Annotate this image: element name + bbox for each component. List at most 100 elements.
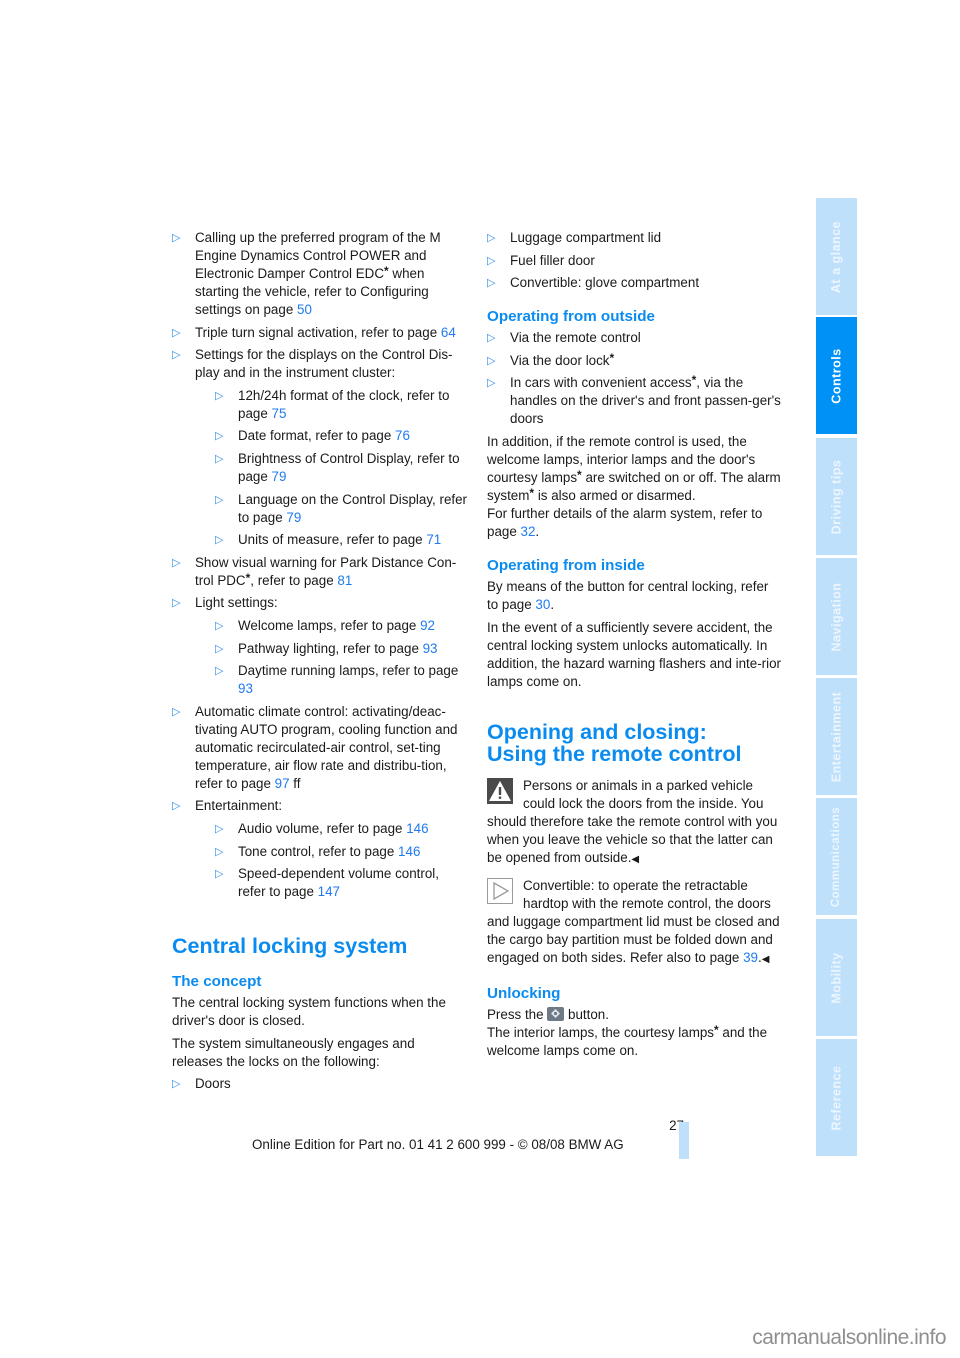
bullet-arrow-icon: ▷: [487, 254, 496, 267]
page-link[interactable]: 79: [286, 510, 301, 525]
page-link[interactable]: 32: [521, 524, 536, 539]
bullet-arrow-icon: ▷: [487, 377, 496, 390]
left-column: ▷ Calling up the preferred program of th…: [172, 229, 468, 1098]
bullet-arrow-icon: ▷: [487, 332, 496, 345]
footer-edition-text: Online Edition for Part no. 01 41 2 600 …: [252, 1137, 624, 1152]
bullet-arrow-icon: ▷: [215, 389, 224, 402]
list-item: ▷ Settings for the displays on the Contr…: [172, 347, 468, 549]
page-marker-bar: [679, 1122, 689, 1159]
bullet-arrow-icon: ▷: [215, 534, 224, 547]
remote-unlock-button-icon: [547, 1006, 565, 1021]
page-link[interactable]: 71: [426, 532, 441, 547]
heading-the-concept: The concept: [172, 973, 262, 991]
heading-unlocking: Unlocking: [487, 984, 561, 1002]
sub-list-item: ▷ Speed-dependent volume control, refer t…: [215, 866, 439, 900]
sub-list: ▷ 12h/24h format of the clock, refer to p…: [215, 387, 468, 549]
outside-paragraph-2: For further details of the alarm system,…: [487, 505, 763, 539]
list-item: ▷ Via the remote control: [487, 330, 641, 346]
list-item: ▷ Entertainment: ▷ Audio volume, refer to…: [172, 797, 468, 901]
list-item: ▷ Via the door lock*: [487, 350, 615, 368]
inside-paragraph-1: By means of the button for central locki…: [487, 578, 769, 612]
bullet-arrow-icon: ▷: [172, 705, 181, 718]
sub-list-item: ▷ Tone control, refer to page 146: [215, 843, 421, 859]
page-link[interactable]: 50: [297, 302, 312, 317]
page-link[interactable]: 97: [275, 776, 290, 791]
bullet-arrow-icon: ▷: [172, 556, 181, 569]
end-mark-icon: ◀: [631, 853, 640, 865]
optional-equipment-star: *: [691, 373, 697, 388]
bullet-arrow-icon: ▷: [215, 619, 224, 632]
list-item: ▷ Fuel filler door: [487, 252, 595, 268]
tab-mobility[interactable]: Mobility: [816, 919, 857, 1036]
optional-equipment-star: *: [245, 570, 251, 585]
page-link[interactable]: 39: [743, 950, 758, 965]
bullet-arrow-icon: ▷: [215, 845, 224, 858]
bullet-arrow-icon: ▷: [172, 1078, 181, 1091]
tab-navigation[interactable]: Navigation: [816, 558, 857, 675]
page-link[interactable]: 93: [238, 681, 253, 696]
bullet-arrow-icon: ▷: [215, 665, 224, 678]
page-link[interactable]: 146: [398, 844, 420, 859]
sub-list-item: ▷ Audio volume, refer to page 146: [215, 820, 429, 836]
bullet-arrow-icon: ▷: [172, 349, 181, 362]
list-item: ▷ Luggage compartment lid: [487, 230, 662, 245]
tab-controls[interactable]: Controls: [816, 317, 857, 434]
bullet-arrow-icon: ▷: [215, 493, 224, 506]
page-link[interactable]: 147: [318, 884, 340, 899]
bullet-arrow-icon: ▷: [487, 354, 496, 367]
list-item: ▷ Doors: [172, 1076, 231, 1092]
optional-equipment-star: *: [714, 1022, 719, 1037]
bullet-arrow-icon: ▷: [215, 822, 224, 835]
page-link[interactable]: 146: [406, 821, 428, 836]
tab-driving-tips[interactable]: Driving tips: [816, 438, 857, 555]
note-arrow-icon: [487, 877, 513, 904]
section-title-central-locking: Central locking system: [172, 934, 408, 959]
sub-list-item: ▷ Welcome lamps, refer to page 92: [215, 617, 436, 633]
bullet-arrow-icon: ▷: [215, 642, 224, 655]
sub-list-item: ▷ Daytime running lamps, refer to page 93: [215, 663, 459, 697]
bullet-arrow-icon: ▷: [172, 800, 181, 813]
right-column: ▷ Luggage compartment lid ▷ Fuel filler do…: [487, 229, 782, 1064]
optional-equipment-star: *: [384, 264, 389, 278]
bullet-arrow-icon: ▷: [215, 868, 224, 881]
page-link[interactable]: 79: [272, 469, 287, 484]
bullet-arrow-icon: ▷: [487, 277, 496, 290]
optional-equipment-star: *: [577, 467, 582, 482]
tab-at-a-glance[interactable]: At a glance: [816, 198, 857, 315]
page-link[interactable]: 30: [535, 597, 550, 612]
tab-entertainment[interactable]: Entertainment: [816, 678, 857, 795]
unlocking-paragraph: Press the button. The interior lamps, th…: [487, 1006, 768, 1058]
list-item: ▷ Show visual warning for Park Distance …: [172, 554, 457, 588]
end-mark-icon: ◀: [761, 953, 770, 965]
optional-equipment-star: *: [529, 485, 535, 500]
page-link[interactable]: 76: [395, 428, 410, 443]
list-item: ▷ In cars with convenient access*, via th…: [487, 373, 781, 427]
bullet-arrow-icon: ▷: [172, 326, 181, 339]
page-link[interactable]: 93: [423, 641, 438, 656]
optional-equipment-star: *: [609, 350, 615, 365]
heading-operating-from-outside: Operating from outside: [487, 308, 655, 326]
page-link[interactable]: 81: [337, 573, 352, 588]
list-item: ▷ Convertible: glove compartment: [487, 275, 700, 291]
section-title-opening-closing: Opening and closing: Using the remote co…: [487, 719, 742, 766]
watermark: carmanualsonline.info: [752, 1326, 946, 1349]
info-note: Convertible: to operate the retractable …: [487, 877, 780, 965]
bullet-arrow-icon: ▷: [172, 597, 181, 610]
heading-operating-from-inside: Operating from inside: [487, 556, 645, 574]
concept-paragraph-1: The central locking system functions whe…: [172, 995, 446, 1029]
list-item: ▷ Calling up the preferred program of th…: [172, 230, 441, 317]
sub-list-item: ▷ Language on the Control Display, refer …: [215, 491, 468, 525]
inside-paragraph-2: In the event of a sufficiently severe ac…: [487, 619, 782, 689]
tab-communications[interactable]: Communications: [816, 798, 857, 915]
page-link[interactable]: 92: [420, 618, 435, 633]
list-item: ▷ Automatic climate control: activating/…: [172, 703, 458, 791]
bullet-arrow-icon: ▷: [215, 452, 224, 465]
bullet-arrow-icon: ▷: [215, 430, 224, 443]
page-link[interactable]: 64: [441, 325, 456, 340]
sub-list-item: ▷ Brightness of Control Display, refer to…: [215, 450, 460, 484]
tab-reference[interactable]: Reference: [816, 1039, 857, 1156]
sub-list-item: ▷ Date format, refer to page 76: [215, 428, 410, 444]
page-link[interactable]: 75: [272, 406, 287, 421]
warning-note: Persons or animals in a parked vehicle c…: [487, 777, 778, 865]
concept-paragraph-2: The system simultaneously engages and re…: [172, 1035, 415, 1069]
